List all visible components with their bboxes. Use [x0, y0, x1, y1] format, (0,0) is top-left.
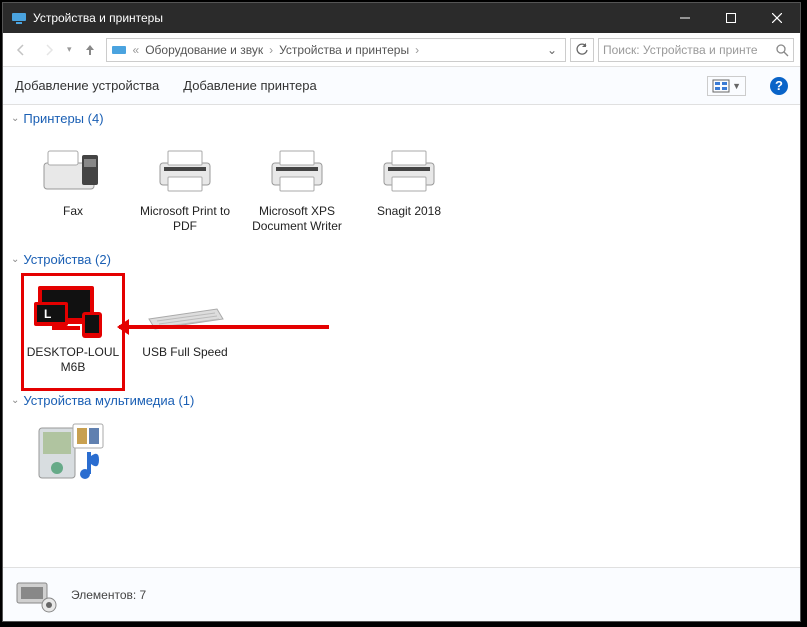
toolbar: Добавление устройства Добавление принтер…	[3, 67, 800, 105]
breadcrumb-dropdown-icon[interactable]: ⌄	[543, 43, 561, 57]
device-label: USB Full Speed	[142, 345, 227, 360]
add-printer-button[interactable]: Добавление принтера	[183, 78, 316, 93]
group-header[interactable]: ⌄ Устройства (2)	[3, 246, 800, 269]
fax-icon	[28, 140, 118, 200]
status-icon	[13, 575, 61, 615]
status-bar: Элементов: 7	[3, 567, 800, 621]
group-title: Устройства (2)	[23, 252, 111, 267]
annotation-arrow	[119, 325, 329, 329]
back-button[interactable]	[9, 38, 33, 62]
device-item[interactable]: Microsoft XPS Document Writer	[241, 136, 353, 238]
window: Устройства и принтеры ▾ « Оборудование и…	[2, 2, 801, 622]
app-icon	[11, 10, 27, 26]
recent-dropdown-icon[interactable]: ▾	[65, 44, 74, 55]
device-label: Fax	[63, 204, 83, 219]
group-items	[3, 410, 800, 498]
search-icon[interactable]	[775, 43, 789, 57]
breadcrumb-item[interactable]: Оборудование и звук	[141, 43, 267, 57]
up-button[interactable]	[78, 38, 102, 62]
printer-icon	[252, 140, 342, 200]
media-device-icon	[28, 422, 118, 482]
device-label: DESKTOP-LOUL M6B	[21, 345, 125, 375]
device-item[interactable]: Microsoft Print to PDF	[129, 136, 241, 238]
maximize-button[interactable]	[708, 3, 754, 33]
svg-text:L: L	[44, 307, 51, 321]
device-label: Snagit 2018	[377, 204, 441, 219]
chevron-right-icon[interactable]: ›	[413, 43, 421, 57]
device-item[interactable]: Fax	[17, 136, 129, 238]
titlebar: Устройства и принтеры	[3, 3, 800, 33]
chevron-down-icon: ⌄	[11, 113, 19, 124]
chevron-down-icon: ▼	[732, 81, 741, 91]
device-label: Microsoft XPS Document Writer	[245, 204, 349, 234]
device-item[interactable]: Snagit 2018	[353, 136, 465, 238]
group-title: Устройства мультимедиа (1)	[23, 393, 194, 408]
group-items: L DESKTOP-LOUL M6B USB Full Speed	[3, 269, 800, 387]
chevron-down-icon: ⌄	[11, 254, 19, 265]
printer-icon	[140, 140, 230, 200]
view-options-button[interactable]: ▼	[707, 76, 746, 96]
search-input[interactable]	[603, 43, 775, 57]
refresh-button[interactable]	[570, 38, 594, 62]
keyboard-icon	[140, 281, 230, 341]
breadcrumb-item[interactable]: Устройства и принтеры	[275, 43, 413, 57]
group-title: Принтеры (4)	[23, 111, 103, 126]
control-panel-icon	[111, 42, 127, 58]
close-button[interactable]	[754, 3, 800, 33]
help-button[interactable]: ?	[770, 77, 788, 95]
search-box[interactable]	[598, 38, 794, 62]
view-icon	[712, 79, 730, 93]
content-area: ⌄ Принтеры (4) Fax Microsoft Print to PDF Mi…	[3, 105, 800, 567]
group-header[interactable]: ⌄ Устройства мультимедиа (1)	[3, 387, 800, 410]
group-header[interactable]: ⌄ Принтеры (4)	[3, 105, 800, 128]
forward-button[interactable]	[37, 38, 61, 62]
breadcrumb[interactable]: « Оборудование и звук › Устройства и при…	[106, 38, 566, 62]
window-title: Устройства и принтеры	[33, 11, 662, 25]
device-item[interactable]	[17, 418, 129, 490]
add-device-button[interactable]: Добавление устройства	[15, 78, 159, 93]
printer-icon	[364, 140, 454, 200]
address-bar: ▾ « Оборудование и звук › Устройства и п…	[3, 33, 800, 67]
minimize-button[interactable]	[662, 3, 708, 33]
computer-red-icon: L	[28, 281, 118, 341]
status-count: Элементов: 7	[71, 588, 146, 602]
chevron-right-icon[interactable]: «	[131, 43, 142, 57]
chevron-right-icon[interactable]: ›	[267, 43, 275, 57]
device-label: Microsoft Print to PDF	[133, 204, 237, 234]
chevron-down-icon: ⌄	[11, 395, 19, 406]
group-items: Fax Microsoft Print to PDF Microsoft XPS D…	[3, 128, 800, 246]
